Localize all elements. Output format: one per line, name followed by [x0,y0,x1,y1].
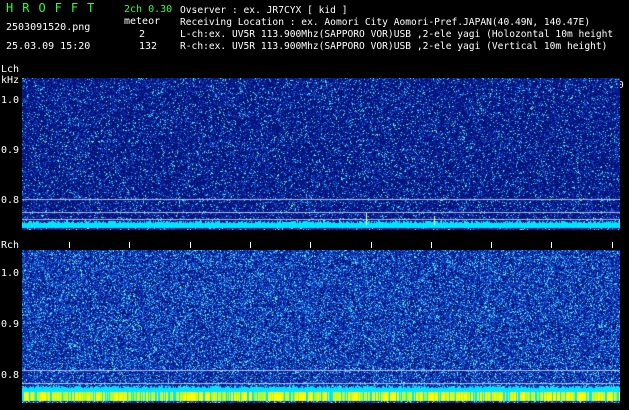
observer-info: Ovserver : ex. JR7CYX [ kid ] [180,5,348,16]
time-tick [611,242,613,248]
rch-count: 132 [139,41,158,52]
time-tick [310,242,312,248]
time-tick [69,242,70,248]
mode-label: meteor [124,16,161,27]
rch-info: R-ch:ex. UV5R 113.900Mhz(SAPPORO VOR)USB… [180,41,608,52]
lch-unit: kHz [1,75,20,86]
timestamp-label: 25.03.09 15:20 [6,41,91,52]
location-info: Receiving Location : ex. Aomori City Aom… [180,17,591,28]
lch-ytick-3: 0.8 [1,195,20,206]
rch-ytick-2: 0.9 [1,319,20,330]
time-tick [430,242,432,248]
time-tick [491,242,493,248]
lch-ytick-1: 1.0 [1,95,20,106]
lch-label: Lch [1,64,20,75]
lch-info: L-ch:ex. UV5R 113.900Mhz(SAPPORO VOR)USB… [180,29,614,40]
rch-ytick-1: 1.0 [1,268,20,279]
lch-spectrogram [22,78,620,230]
time-tick [249,242,251,248]
time-tick [189,242,191,248]
rch-spectrogram [22,250,620,403]
time-tick [551,242,553,248]
version-label: 2ch 0.30 [124,4,173,15]
time-tick [370,242,372,248]
time-tick [129,242,131,248]
lch-ytick-2: 0.9 [1,145,20,156]
filename-label: 2503091520.png [6,22,91,33]
lch-count: 2 [139,29,146,40]
app-logo: HROFFT [6,1,104,15]
rch-ytick-3: 0.8 [1,370,20,381]
rch-label: Rch [1,240,20,251]
